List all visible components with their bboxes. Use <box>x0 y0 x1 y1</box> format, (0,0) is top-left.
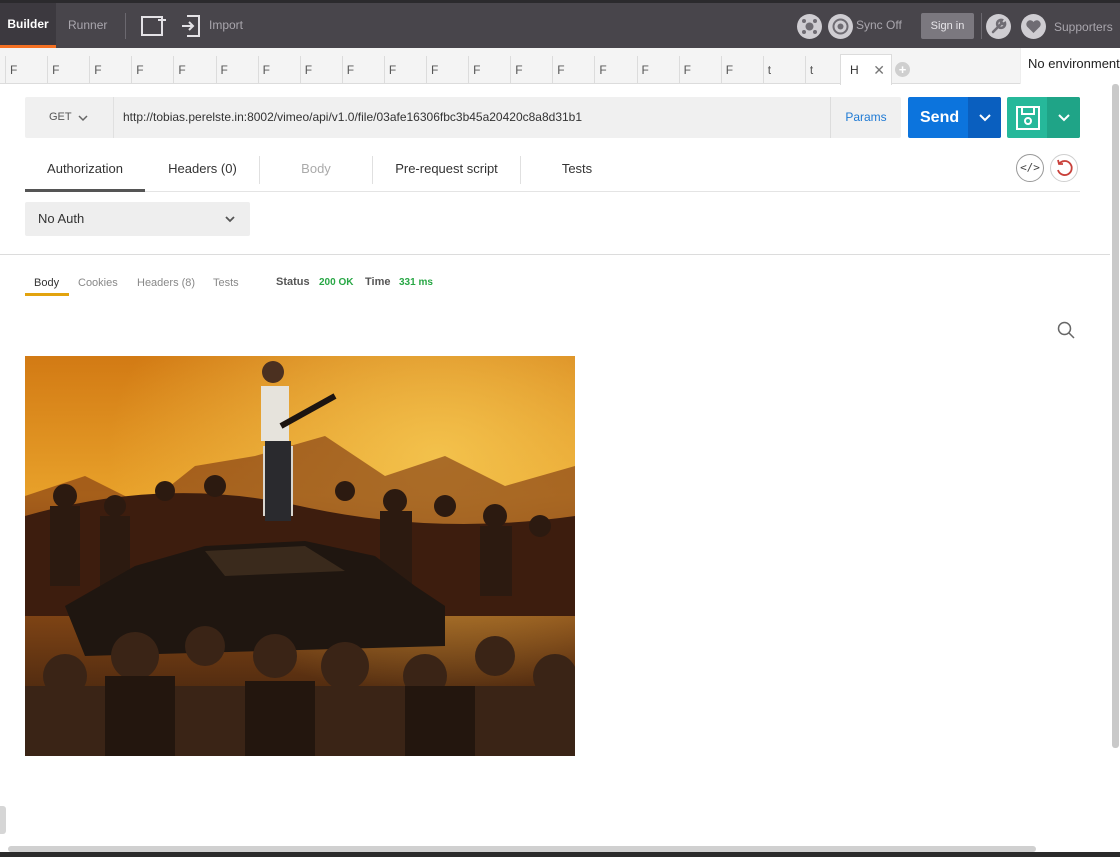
method-label: GET <box>49 111 72 123</box>
request-tab[interactable]: F <box>510 56 552 84</box>
settings-wrench-icon[interactable] <box>986 14 1011 39</box>
tab-body[interactable]: Body <box>259 150 373 192</box>
request-tab[interactable]: F <box>552 56 594 84</box>
request-tab[interactable]: F <box>678 56 721 84</box>
response-tab-headers[interactable]: Headers (8) <box>137 274 195 296</box>
response-image <box>25 356 575 756</box>
status-label: Status <box>276 276 310 288</box>
request-tab[interactable]: F <box>720 56 763 84</box>
add-tab-icon[interactable]: + <box>895 62 910 77</box>
section-divider <box>0 254 1110 255</box>
save-options-button[interactable] <box>1047 97 1080 138</box>
request-tab[interactable]: F <box>341 56 384 84</box>
generate-code-icon[interactable]: </> <box>1016 154 1044 182</box>
response-tab-tests[interactable]: Tests <box>213 274 239 296</box>
tab-pre-request-script[interactable]: Pre-request script <box>372 150 521 192</box>
search-icon[interactable] <box>1056 320 1076 340</box>
active-tab-label: H <box>850 63 859 77</box>
method-select[interactable]: GET <box>25 97 114 138</box>
environment-select[interactable]: No environment <box>1020 48 1120 84</box>
request-tab[interactable]: t <box>762 56 805 84</box>
request-tab[interactable]: F <box>5 56 47 84</box>
close-icon[interactable]: ✕ <box>873 55 885 85</box>
supporters-link[interactable]: Supporters <box>1054 3 1113 50</box>
runner-tab[interactable]: Runner <box>68 3 107 48</box>
chevron-down-icon <box>78 115 88 122</box>
time-value: 331 ms <box>399 277 433 288</box>
tab-tests[interactable]: Tests <box>520 150 634 192</box>
import-icon[interactable] <box>181 15 201 37</box>
request-tab[interactable]: F <box>131 56 173 84</box>
request-tab-strip: FFFFFFFFFFFFFFFFFFtt H ✕ + No environmen… <box>0 48 1120 85</box>
request-tab[interactable]: F <box>426 56 468 84</box>
new-window-icon[interactable] <box>141 15 167 37</box>
send-label: Send <box>920 109 960 126</box>
request-tab[interactable]: F <box>383 56 426 84</box>
chevron-down-icon <box>225 216 235 223</box>
sync-icon[interactable] <box>828 14 853 39</box>
status-value: 200 OK <box>319 277 354 288</box>
active-request-tab[interactable]: H ✕ <box>840 54 892 85</box>
import-label[interactable]: Import <box>209 3 243 48</box>
request-tab[interactable]: F <box>257 56 300 84</box>
sync-status[interactable]: Sync Off <box>856 3 902 48</box>
request-tab[interactable]: F <box>468 56 510 84</box>
toolbar-divider <box>125 13 126 39</box>
tab-authorization[interactable]: Authorization <box>25 150 145 192</box>
vertical-scrollbar[interactable] <box>1112 84 1119 748</box>
request-tab[interactable]: F <box>636 56 679 84</box>
auth-type-select[interactable]: No Auth <box>25 202 250 236</box>
request-tab[interactable]: F <box>173 56 215 84</box>
send-options-button[interactable] <box>968 97 1001 138</box>
request-tab[interactable]: F <box>215 56 258 84</box>
request-tab[interactable]: F <box>299 56 342 84</box>
request-tab[interactable]: F <box>594 56 636 84</box>
tab-headers[interactable]: Headers (0) <box>145 150 260 192</box>
auth-type-label: No Auth <box>38 211 85 226</box>
chevron-down-icon <box>1058 114 1070 122</box>
response-tab-body[interactable]: Body <box>25 274 69 296</box>
window-bottom-edge <box>0 852 1120 857</box>
toolbar-divider <box>981 13 982 39</box>
request-url-bar: GET http://tobias.perelste.in:8002/vimeo… <box>25 97 901 138</box>
heart-icon[interactable] <box>1021 14 1046 39</box>
request-tabs: Authorization Headers (0) Body Pre-reque… <box>25 150 1080 192</box>
chevron-down-icon <box>979 114 991 122</box>
top-toolbar: Builder Runner Import Sync Off Sign in S… <box>0 0 1120 48</box>
request-tab[interactable]: F <box>47 56 89 84</box>
reset-icon[interactable] <box>1050 154 1078 182</box>
builder-tab[interactable]: Builder <box>0 3 56 48</box>
response-tab-cookies[interactable]: Cookies <box>78 274 118 296</box>
sign-in-button[interactable]: Sign in <box>921 13 974 39</box>
url-input[interactable]: http://tobias.perelste.in:8002/vimeo/api… <box>123 97 582 138</box>
request-tab[interactable]: F <box>89 56 131 84</box>
interceptor-icon[interactable] <box>797 14 822 39</box>
params-button[interactable]: Params <box>830 97 901 138</box>
save-disk-icon <box>1016 106 1040 130</box>
sidebar-toggle-handle[interactable] <box>0 806 6 834</box>
time-label: Time <box>365 276 391 288</box>
